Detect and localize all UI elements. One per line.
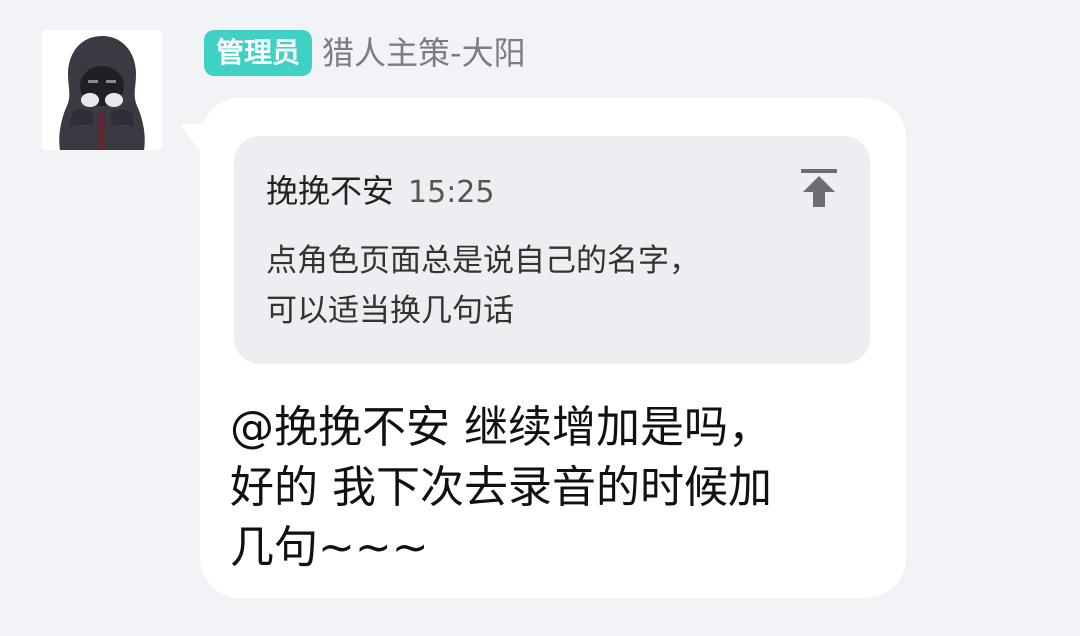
admin-role-badge: 管理员 xyxy=(204,30,313,76)
message-header: 管理员 猎人主策-大阳 xyxy=(204,30,526,76)
quoted-message[interactable]: 挽挽不安 15:25 点角色页面总是说自己的名字， 可以适当换几句话 xyxy=(234,136,870,364)
collapse-quote-button[interactable] xyxy=(796,164,842,212)
quote-line: 点角色页面总是说自己的名字， xyxy=(266,243,700,279)
quote-author: 挽挽不安 xyxy=(266,172,395,210)
quote-line: 可以适当换几句话 xyxy=(266,293,514,329)
message-line: 几句~~~ xyxy=(230,522,429,573)
quote-header: 挽挽不安 15:25 xyxy=(266,166,494,212)
message-text: @挽挽不安 继续增加是吗， 好的 我下次去录音的时候加 几句~~~ xyxy=(230,398,890,578)
quote-text: 点角色页面总是说自己的名字， 可以适当换几句话 xyxy=(266,236,826,336)
quote-timestamp: 15:25 xyxy=(408,175,495,210)
avatar[interactable] xyxy=(42,30,162,150)
message-line: 好的 我下次去录音的时候加 xyxy=(230,462,772,513)
message-line: @挽挽不安 继续增加是吗， xyxy=(230,402,772,453)
sender-name[interactable]: 猎人主策-大阳 xyxy=(322,30,526,76)
hooded-figure-avatar-icon xyxy=(42,30,162,150)
collapse-up-arrow-icon xyxy=(801,169,837,207)
